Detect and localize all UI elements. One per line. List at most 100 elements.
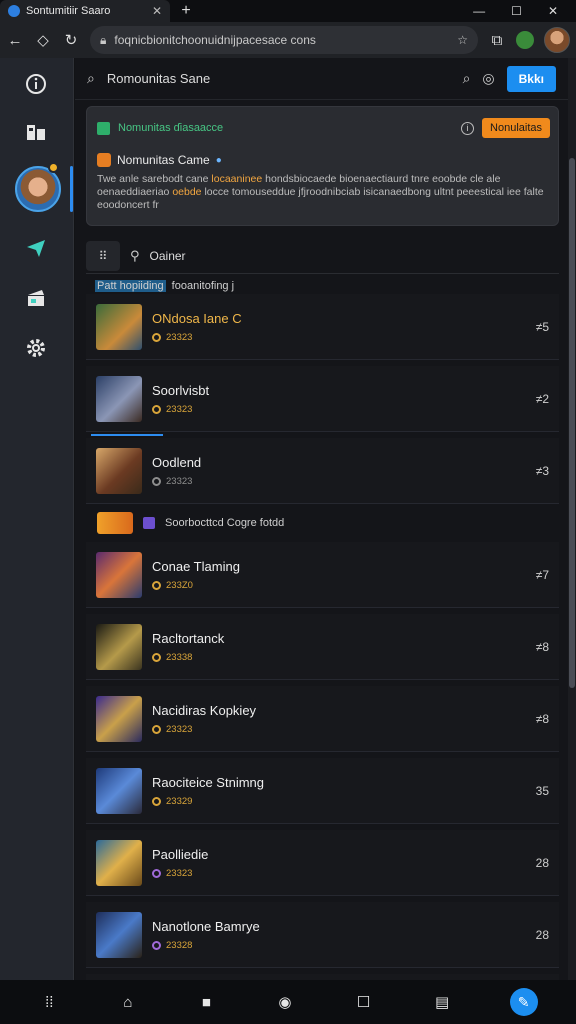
store-icon[interactable]	[22, 284, 50, 312]
close-tab-icon[interactable]: ✕	[152, 4, 162, 18]
game-list-item[interactable]: Paolliedie 23323 28	[86, 830, 559, 896]
game-list-item[interactable]: Conae Tlaming 233Z0 ≠7	[86, 542, 559, 608]
scrollbar-thumb[interactable]	[569, 158, 575, 688]
game-name: ONdosa Iane C	[152, 310, 242, 326]
browser-tab-strip: Sontumitiir Saaro ✕ + — ☐ ✕	[0, 0, 576, 22]
game-list-item[interactable]: Oodlend 23323 ≠3	[86, 438, 559, 504]
bookmark-star-icon[interactable]: ☆	[457, 33, 468, 47]
chat-fab-button[interactable]: ✎	[509, 988, 538, 1016]
game-list-item[interactable]: Nacidiras Kopkiey 23323 ≠8	[86, 686, 559, 752]
info-circle-icon[interactable]: i	[461, 121, 475, 135]
game-meta-value: 23329	[166, 795, 193, 807]
settings-icon[interactable]	[22, 334, 50, 362]
active-indicator	[70, 166, 73, 212]
game-thumbnail	[96, 623, 142, 670]
game-meta-value: 23323	[166, 867, 193, 879]
filter-row: ⠿ ⚲ Oainer	[86, 238, 559, 274]
game-count: ≠2	[535, 391, 549, 406]
grid-view-button[interactable]: ⠿	[86, 240, 120, 271]
minimize-button[interactable]: —	[473, 4, 485, 18]
game-name: Nacidiras Kopkiey	[152, 702, 257, 718]
status-dot-icon	[152, 940, 161, 950]
content-header: ⌕ Romounitas Sane ⌕ ◎ Bkkı	[75, 58, 568, 100]
section-banner-icon	[97, 512, 133, 534]
game-list-item[interactable]: Raociteice Stnimng 23329 35	[86, 758, 559, 824]
game-count: ≠8	[535, 711, 549, 726]
notice-action-button[interactable]: Nonulaitas	[482, 118, 550, 138]
filter-label[interactable]: Oainer	[150, 249, 186, 263]
game-badge-icon	[97, 153, 111, 167]
notice-body-highlight: locaaninee	[211, 173, 263, 185]
status-dot-icon	[152, 404, 161, 414]
section-header: Soorbocttcd Cogre fotdd	[97, 512, 284, 534]
status-dot-icon	[152, 652, 161, 662]
game-meta: 23323	[152, 476, 527, 487]
scrollbar[interactable]	[568, 58, 576, 980]
game-meta: 23338	[152, 652, 527, 663]
apps-grid-icon[interactable]: ⁞⁞	[38, 994, 60, 1011]
game-meta-value: 23323	[166, 331, 193, 343]
browser-tab[interactable]: Sontumitiir Saaro ✕	[0, 0, 170, 22]
close-window-button[interactable]: ✕	[548, 4, 558, 18]
new-tab-button[interactable]: +	[174, 2, 198, 20]
game-meta: 23329	[152, 796, 527, 807]
filter-icon[interactable]: ⚲	[130, 248, 140, 264]
verified-icon: ●	[215, 154, 222, 166]
status-dot-icon	[152, 476, 161, 486]
status-dot-icon	[152, 332, 161, 342]
notice-subtitle: Nomunitas Came	[117, 153, 210, 167]
game-name: Soorlvisbt	[152, 382, 210, 398]
game-name: Oodlend	[152, 454, 202, 470]
game-name: Paolliedie	[152, 846, 209, 862]
window-icon[interactable]: ☐	[353, 993, 375, 1011]
game-count: ≠7	[535, 567, 549, 582]
primary-button[interactable]: Bkkı	[506, 65, 556, 92]
home-icon[interactable]: ⌂	[117, 994, 139, 1011]
extension-pin-icon[interactable]: ◇	[34, 31, 52, 49]
game-count: 28	[535, 927, 549, 942]
location-pin-icon[interactable]: ◉	[274, 993, 296, 1011]
back-button[interactable]: ←	[6, 32, 24, 49]
notice-body: Twe anle sarebodt cane locaaninee hondsb…	[97, 173, 544, 212]
maximize-button[interactable]: ☐	[511, 4, 522, 18]
send-icon[interactable]	[22, 234, 50, 262]
game-list-item[interactable]: Soorlvisbt 23323 ≠2	[86, 366, 559, 432]
document-icon[interactable]: ▤	[431, 993, 453, 1011]
check-icon	[97, 121, 110, 135]
profile-avatar[interactable]	[544, 27, 570, 53]
game-name: Raociteice Stnimng	[152, 774, 264, 790]
square-app-icon[interactable]: ■	[195, 994, 217, 1011]
section-label: Patt hopiiding	[95, 280, 166, 292]
game-meta: 23323	[152, 724, 527, 735]
shield-icon[interactable]: ◎	[482, 70, 494, 87]
extension-icon[interactable]	[516, 31, 534, 49]
game-meta-value: 233Z0	[166, 579, 193, 591]
reload-button[interactable]: ↻	[62, 31, 80, 49]
search-action-icon[interactable]: ⌕	[463, 70, 471, 87]
game-name: Nanotlone Bamrye	[152, 918, 260, 934]
game-list-item[interactable]: Racltortanck 23338 ≠8	[86, 614, 559, 680]
notice-body-text: locce tomouseddue jfjroodnibciab isicana…	[204, 186, 544, 198]
info-icon[interactable]	[22, 70, 50, 98]
window-controls: — ☐ ✕	[473, 4, 576, 18]
game-meta: 23323	[152, 332, 527, 343]
lock-icon: 🔒︎	[100, 32, 107, 47]
game-count: ≠3	[535, 463, 549, 478]
search-icon[interactable]: ⌕	[87, 70, 95, 87]
game-count: ≠5	[535, 319, 549, 334]
address-bar[interactable]: 🔒︎ foqnicbionitchoonuidnijpacesace cons …	[90, 26, 478, 54]
app-sidebar	[0, 58, 74, 980]
game-name: Conae Tlaming	[152, 558, 240, 574]
library-icon[interactable]	[22, 118, 50, 146]
section-icon	[143, 517, 155, 529]
game-thumbnail	[96, 303, 142, 350]
game-count: ≠8	[535, 639, 549, 654]
game-list-item[interactable]: Nanotlone Bamrye 23328 28	[86, 902, 559, 968]
notice-title: Nomunitas ɗiasaacce	[118, 122, 224, 134]
site-favicon-icon	[8, 5, 20, 17]
notice-body-text: Twe anle sarebodt cane	[97, 173, 209, 185]
game-list-item[interactable]: ONdosa Iane C 23323 ≠5	[86, 294, 559, 360]
extensions-puzzle-icon[interactable]: ⧉	[488, 32, 506, 49]
section-label: Soorbocttcd Cogre fotdd	[165, 517, 285, 529]
status-dot-icon	[152, 724, 161, 734]
